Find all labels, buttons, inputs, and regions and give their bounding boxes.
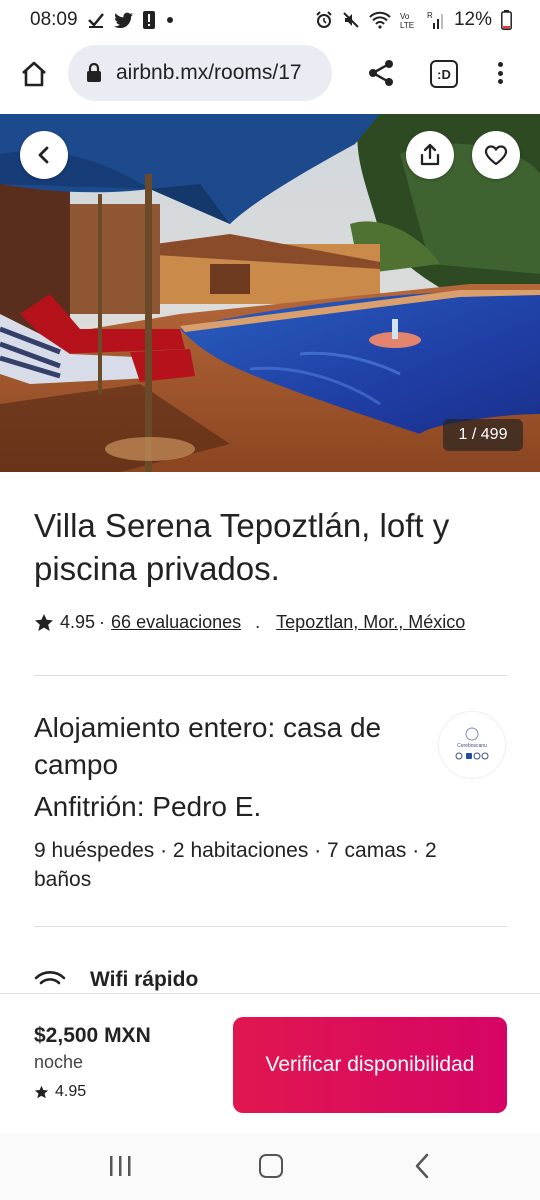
nightly-price: $2,500 MXN [34, 1024, 151, 1047]
status-left: 08:09 [30, 9, 176, 31]
lock-icon [87, 63, 101, 82]
volte-icon: VoLTE [400, 12, 414, 29]
host-name-heading: Anfitrión: Pedro E. [34, 791, 262, 822]
save-favorite-button[interactable] [472, 131, 520, 179]
system-nav-bar [0, 1133, 540, 1200]
svg-text:Vo: Vo [400, 12, 410, 21]
capacity-details: 9 huéspedes · 2 habitaciones · 7 camas ·… [34, 839, 437, 891]
signal-icon: R [427, 11, 443, 29]
footer-rating: 4.95 [34, 1083, 86, 1101]
meta-separator: . [255, 612, 261, 632]
mute-icon [343, 12, 359, 28]
star-icon [34, 1085, 49, 1099]
battery-icon [501, 10, 512, 30]
status-right: Vo LTE R 12% [315, 9, 512, 31]
host-logo-text: Cereboscanu [457, 743, 487, 749]
wifi-icon [34, 971, 66, 985]
status-bar: 08:09 Vo LTE R 12% [0, 0, 540, 40]
footer-rating-value: 4.95 [55, 1083, 87, 1100]
alarm-icon [316, 11, 332, 28]
battery-percent: 12% [453, 9, 492, 30]
host-logo-icon: Cereboscanu [455, 727, 489, 760]
rating-dot: · [99, 612, 106, 632]
upload-share-icon [420, 143, 440, 166]
amenity-item: Wifi rápido [34, 968, 198, 992]
booking-footer: $2,500 MXN noche 4.95 Verificar disponib… [0, 993, 540, 1133]
star-icon [35, 614, 53, 631]
photo-counter: 1 / 499 [443, 419, 523, 451]
browser-menu-button[interactable] [490, 56, 510, 90]
share-icon[interactable] [366, 58, 396, 88]
back-nav-icon[interactable] [412, 1153, 432, 1179]
svg-text:R: R [427, 11, 433, 20]
rating-value: 4.95 [60, 612, 96, 632]
listing-photo-gallery[interactable]: 1 / 499 [0, 114, 540, 472]
amenity-label: Wifi rápido [90, 968, 199, 991]
status-time: 08:09 [30, 9, 78, 30]
twitter-icon [113, 12, 133, 28]
location-link[interactable]: Tepoztlan, Mor., México [276, 612, 465, 633]
browser-toolbar: airbnb.mx/rooms/17 :D [0, 40, 540, 114]
svg-text:LTE: LTE [400, 21, 414, 29]
home-nav-button[interactable] [259, 1154, 283, 1178]
tab-switcher-button[interactable]: :D [430, 60, 458, 88]
check-availability-button[interactable]: Verificar disponibilidad [233, 1017, 507, 1113]
chevron-left-icon [38, 146, 49, 164]
address-bar[interactable]: airbnb.mx/rooms/17 [68, 45, 332, 101]
back-button[interactable] [20, 131, 68, 179]
host-avatar[interactable]: Cereboscanu [438, 711, 506, 779]
alert-icon [142, 11, 155, 29]
home-icon [22, 61, 46, 87]
rating-location-row: 4.95 · 66 evaluaciones . Tepoztlan, Mor.… [34, 612, 514, 633]
check-icon [87, 13, 104, 28]
dot-icon [166, 17, 173, 23]
heart-icon [484, 145, 508, 166]
browser-home-button[interactable] [16, 56, 52, 92]
divider [34, 675, 507, 676]
price-unit: noche [34, 1052, 84, 1072]
share-listing-button[interactable] [406, 131, 454, 179]
listing-title: Villa Serena Tepoztlán, loft y piscina p… [34, 507, 450, 587]
tab-switcher-label: :D [437, 66, 451, 82]
wifi-status-icon [369, 11, 391, 29]
url-text: airbnb.mx/rooms/17 [116, 61, 302, 84]
divider [34, 926, 507, 927]
reviews-link[interactable]: 66 evaluaciones [111, 612, 241, 633]
recents-icon[interactable] [108, 1155, 132, 1177]
home-type-heading: Alojamiento entero: casa de campo [34, 712, 382, 780]
